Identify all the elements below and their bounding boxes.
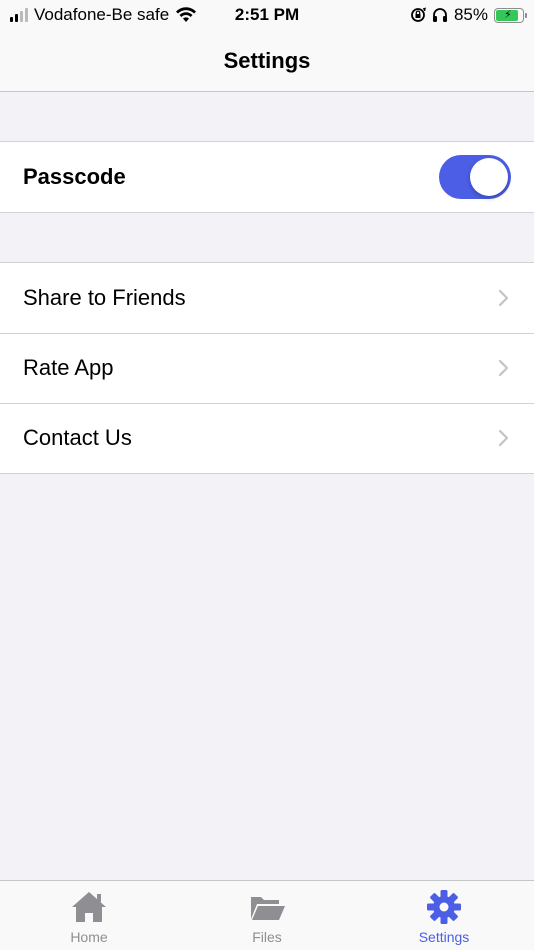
menu-group: Share to Friends Rate App Contact Us <box>0 262 534 474</box>
tab-settings[interactable]: Settings <box>384 889 504 945</box>
tab-files[interactable]: Files <box>207 889 327 945</box>
menu-item-label: Rate App <box>23 355 114 380</box>
menu-item-rate-app[interactable]: Rate App <box>0 333 534 403</box>
navigation-bar: Settings <box>0 30 534 92</box>
folder-icon <box>251 897 285 920</box>
charging-bolt-icon: ⚡ <box>504 8 512 21</box>
passcode-toggle[interactable] <box>439 155 511 199</box>
tab-bar: Home Files Settings <box>0 880 534 950</box>
menu-item-label: Share to Friends <box>23 285 186 310</box>
menu-item-share-to-friends[interactable]: Share to Friends <box>0 263 534 333</box>
passcode-label: Passcode <box>23 164 126 189</box>
orientation-lock-icon <box>411 7 426 22</box>
battery-percent: 85% <box>453 5 488 24</box>
passcode-group: Passcode <box>0 141 534 213</box>
chevron-right-icon <box>498 359 509 377</box>
settings-screen: Vodafone-Be safe 2:51 PM 85% ⚡ Settings … <box>0 0 534 950</box>
gear-icon <box>427 890 461 924</box>
passcode-row: Passcode <box>0 142 534 212</box>
status-right: 85% ⚡ <box>410 5 527 25</box>
chevron-right-icon <box>498 289 509 307</box>
menu-item-contact-us[interactable]: Contact Us <box>0 403 534 473</box>
battery-fill: ⚡ <box>496 8 519 21</box>
toggle-knob <box>470 158 508 196</box>
status-bar: Vodafone-Be safe 2:51 PM 85% ⚡ <box>0 0 534 30</box>
battery-icon: ⚡ <box>494 7 527 23</box>
tab-label: Home <box>70 929 108 945</box>
menu-item-label: Contact Us <box>23 425 132 450</box>
headphones-icon <box>432 8 447 22</box>
page-title: Settings <box>223 47 311 73</box>
tab-label: Settings <box>418 929 470 945</box>
home-icon <box>72 892 106 922</box>
tab-home[interactable]: Home <box>29 889 149 945</box>
tab-label: Files <box>252 929 282 945</box>
chevron-right-icon <box>498 429 509 447</box>
